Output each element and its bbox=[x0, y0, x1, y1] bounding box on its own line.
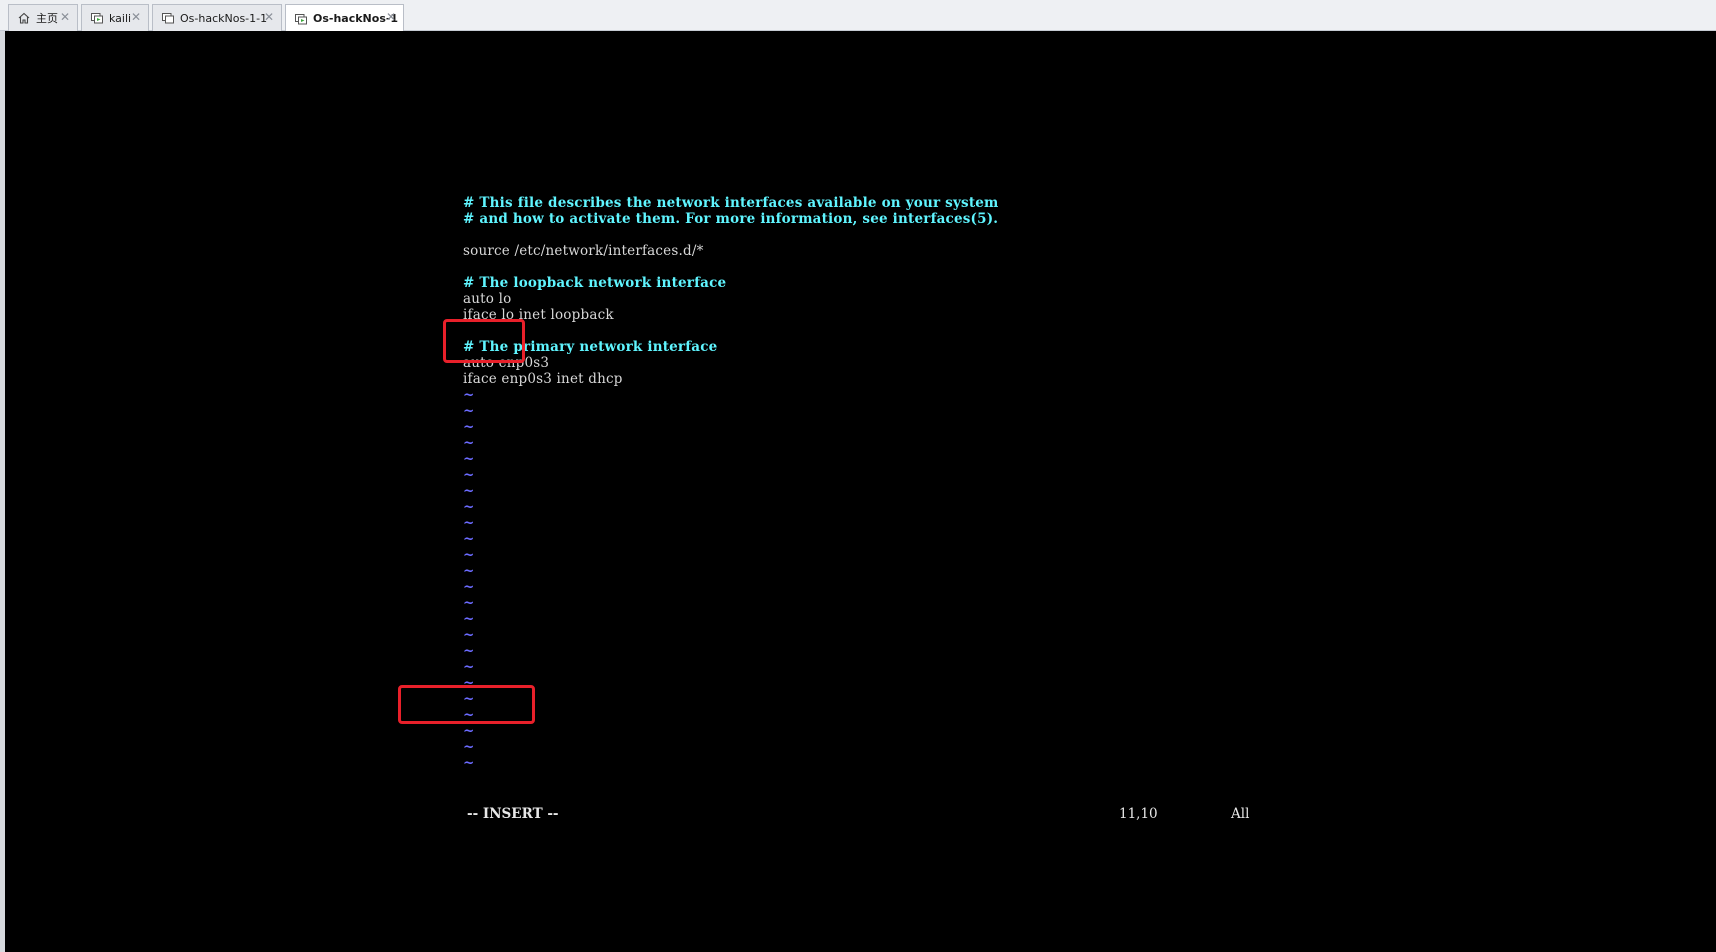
empty-line-tilde: ~ bbox=[463, 547, 475, 563]
vm-icon bbox=[91, 13, 103, 24]
empty-line-tilde: ~ bbox=[463, 755, 475, 771]
vim-mode-indicator: -- INSERT -- bbox=[467, 806, 559, 822]
config-line: iface lo inet loopback bbox=[463, 307, 614, 323]
empty-line-tilde: ~ bbox=[463, 579, 475, 595]
tab-kaili[interactable]: kaili ✕ bbox=[81, 4, 149, 31]
config-line: auto enp0s3 bbox=[463, 355, 550, 371]
empty-line-tilde: ~ bbox=[463, 499, 475, 515]
tab-os-hacknos-1-1[interactable]: Os-hackNos-1-1 ✕ bbox=[152, 4, 282, 31]
tab-bar: 主页 ✕ kaili ✕ Os-hackNos-1-1 ✕ Os-hackNos… bbox=[0, 0, 1716, 32]
config-comment-line: # This file describes the network interf… bbox=[463, 195, 999, 211]
empty-line-tilde: ~ bbox=[463, 707, 475, 723]
empty-line-tilde: ~ bbox=[463, 691, 475, 707]
config-line bbox=[463, 259, 1363, 275]
empty-line-tilde: ~ bbox=[463, 435, 475, 451]
config-comment-line: # The loopback network interface bbox=[463, 275, 727, 291]
scroll-position: All bbox=[1231, 806, 1250, 822]
empty-line-tilde: ~ bbox=[463, 723, 475, 739]
config-comment-line: # The primary network interface bbox=[463, 339, 718, 355]
annotation-insert-mode-box bbox=[398, 685, 535, 724]
empty-line-tilde: ~ bbox=[463, 531, 475, 547]
empty-line-tilde: ~ bbox=[463, 595, 475, 611]
empty-line-tilde: ~ bbox=[463, 627, 475, 643]
empty-line-tilde: ~ bbox=[463, 403, 475, 419]
close-icon[interactable]: ✕ bbox=[131, 10, 141, 24]
config-line: auto lo bbox=[463, 291, 512, 307]
config-line: iface enp0s3 inet dhcp bbox=[463, 371, 623, 387]
tab-label: Os-hackNos-1-1 bbox=[180, 11, 268, 25]
close-icon[interactable]: ✕ bbox=[264, 10, 274, 24]
vm-console[interactable]: # This file describes the network interf… bbox=[5, 31, 1716, 952]
empty-line-tilde: ~ bbox=[463, 483, 475, 499]
empty-line-tilde: ~ bbox=[463, 515, 475, 531]
vm-icon bbox=[295, 13, 307, 24]
config-comment-line: # and how to activate them. For more inf… bbox=[463, 211, 999, 227]
tab-os-hacknos-1[interactable]: Os-hackNos-1 ✕ bbox=[285, 4, 404, 32]
vm-icon bbox=[162, 13, 174, 24]
empty-line-tilde: ~ bbox=[463, 659, 475, 675]
vim-status-line: -- INSERT -- 11,10 All bbox=[463, 806, 1263, 822]
empty-line-tilde: ~ bbox=[463, 467, 475, 483]
home-icon bbox=[18, 12, 30, 24]
empty-line-tilde: ~ bbox=[463, 387, 475, 403]
tab-home[interactable]: 主页 ✕ bbox=[8, 4, 78, 31]
empty-line-tilde: ~ bbox=[463, 643, 475, 659]
config-line bbox=[463, 227, 1363, 243]
empty-line-tilde: ~ bbox=[463, 451, 475, 467]
vim-buffer: # This file describes the network interf… bbox=[463, 195, 1363, 771]
empty-line-tilde: ~ bbox=[463, 739, 475, 755]
empty-line-tilde: ~ bbox=[463, 611, 475, 627]
empty-line-tilde: ~ bbox=[463, 419, 475, 435]
tab-label: 主页 bbox=[36, 12, 58, 25]
close-icon[interactable]: ✕ bbox=[386, 10, 396, 24]
vmware-window: 主页 ✕ kaili ✕ Os-hackNos-1-1 ✕ Os-hackNos… bbox=[0, 0, 1716, 952]
config-line bbox=[463, 323, 1363, 339]
close-icon[interactable]: ✕ bbox=[60, 10, 70, 24]
empty-line-tilde: ~ bbox=[463, 675, 475, 691]
config-line: source /etc/network/interfaces.d/* bbox=[463, 243, 704, 259]
empty-line-tilde: ~ bbox=[463, 563, 475, 579]
tab-label: kaili bbox=[109, 11, 132, 25]
annotation-interface-name-box bbox=[443, 319, 525, 363]
cursor-position: 11,10 bbox=[1119, 806, 1158, 822]
